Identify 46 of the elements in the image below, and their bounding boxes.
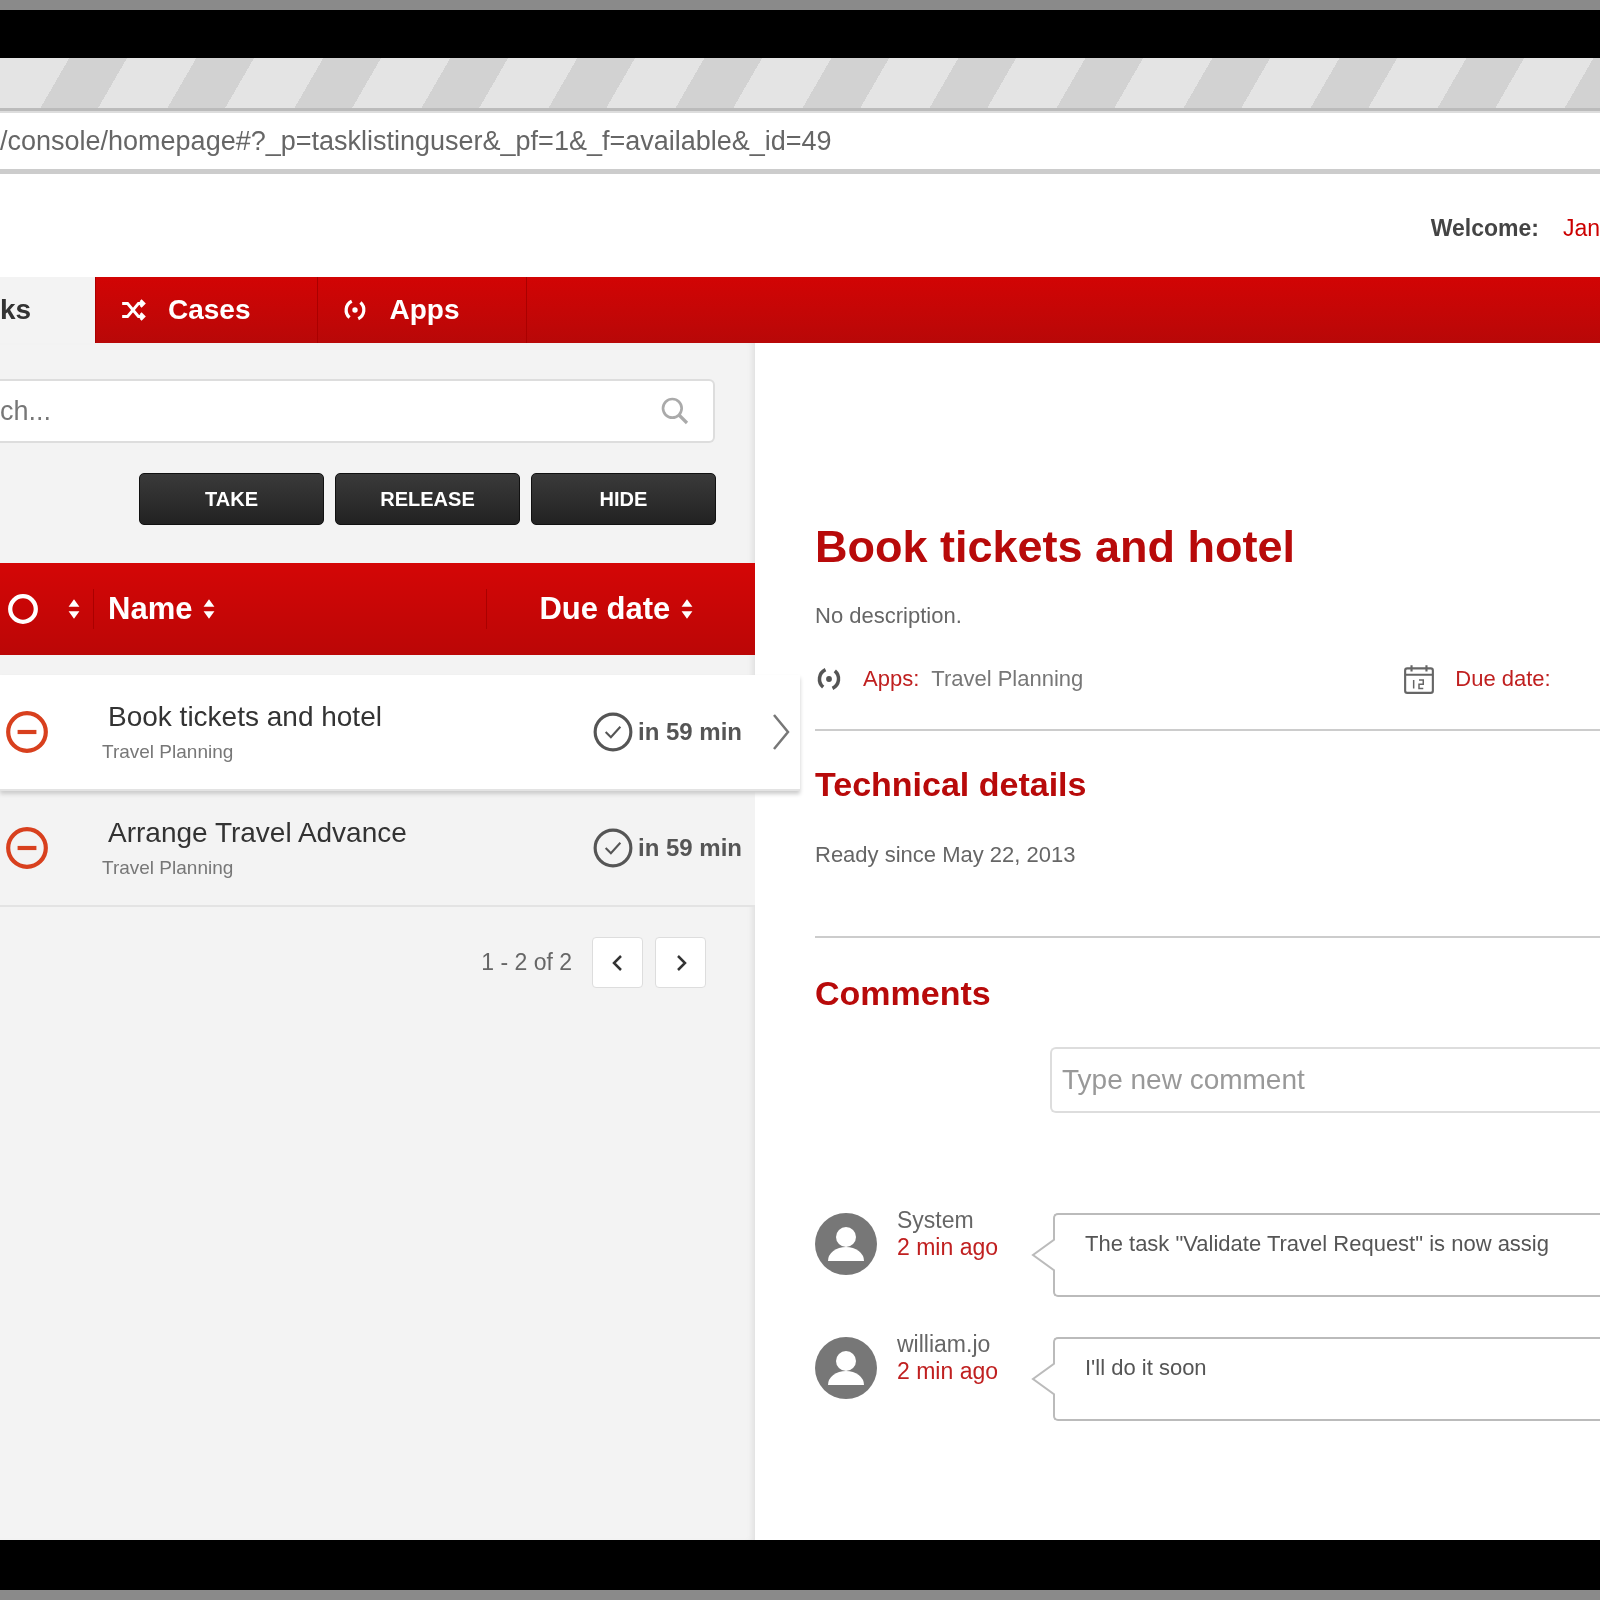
url-text: /console/homepage#?_p=tasklistinguser&_pf=1&_f=available&_id=49 [0,125,832,157]
comment-text: I'll do it soon [1053,1337,1600,1421]
avatar-icon [815,1213,877,1275]
section-heading: Technical details [815,765,1088,804]
action-button[interactable]: TAKE [139,473,324,525]
action-button[interactable]: RELEASE [335,473,520,525]
task-app: Travel Planning [102,857,235,879]
comment-author: william.jo [897,1331,992,1358]
nav-tab[interactable]: ks [0,277,96,343]
action-button[interactable]: HIDE [531,473,716,525]
address-bar[interactable]: /console/homepage#?_p=tasklistinguser&_pf=1&_f=available&_id=49 [0,111,1600,174]
due-date-label: Due date: [1455,666,1551,692]
circle-icon[interactable] [7,593,39,625]
apps-label: Apps: [863,666,920,692]
task-due: in 59 min [638,834,743,862]
task-description: No description. [815,603,963,629]
clock-icon [592,827,634,869]
shuffle-icon [120,297,146,323]
task-due: in 59 min [638,718,743,746]
task-title: Book tickets and hotel [815,521,1297,573]
minus-circle-icon[interactable] [4,825,50,871]
section-heading: Comments [815,974,992,1013]
minus-circle-icon[interactable] [4,709,50,755]
page-range: 1 - 2 of 2 [481,949,572,976]
apps-icon [815,665,843,693]
ready-since-text: Ready since May 22, 2013 [815,842,1077,868]
avatar-icon [815,1337,877,1399]
apps-value: Travel Planning [931,666,1084,692]
task-row[interactable]: Arrange Travel Advance Travel Planning in 59 min [0,791,755,907]
comment-text: The task "Validate Travel Request" is now assig [1053,1213,1600,1297]
due-date-column-header[interactable]: Due date [539,591,671,627]
name-column-header[interactable]: Name [108,591,193,627]
comment-field[interactable]: Type new comment [1050,1047,1600,1113]
task-name: Book tickets and hotel [108,701,383,733]
user-name[interactable]: Jan [1562,215,1600,242]
task-row[interactable]: Book tickets and hotel Travel Planning in 59 min [0,675,800,791]
calendar-icon [1403,663,1436,695]
task-name: Arrange Travel Advance [108,817,408,849]
comment-author: System [897,1207,975,1234]
task-app: Travel Planning [102,741,235,763]
welcome-label: Welcome: [1430,215,1539,242]
comment-time: 2 min ago [897,1358,999,1385]
search-icon [659,395,691,427]
clock-icon [592,711,634,753]
search-field[interactable]: ch... [0,379,715,443]
comment-time: 2 min ago [897,1234,999,1261]
